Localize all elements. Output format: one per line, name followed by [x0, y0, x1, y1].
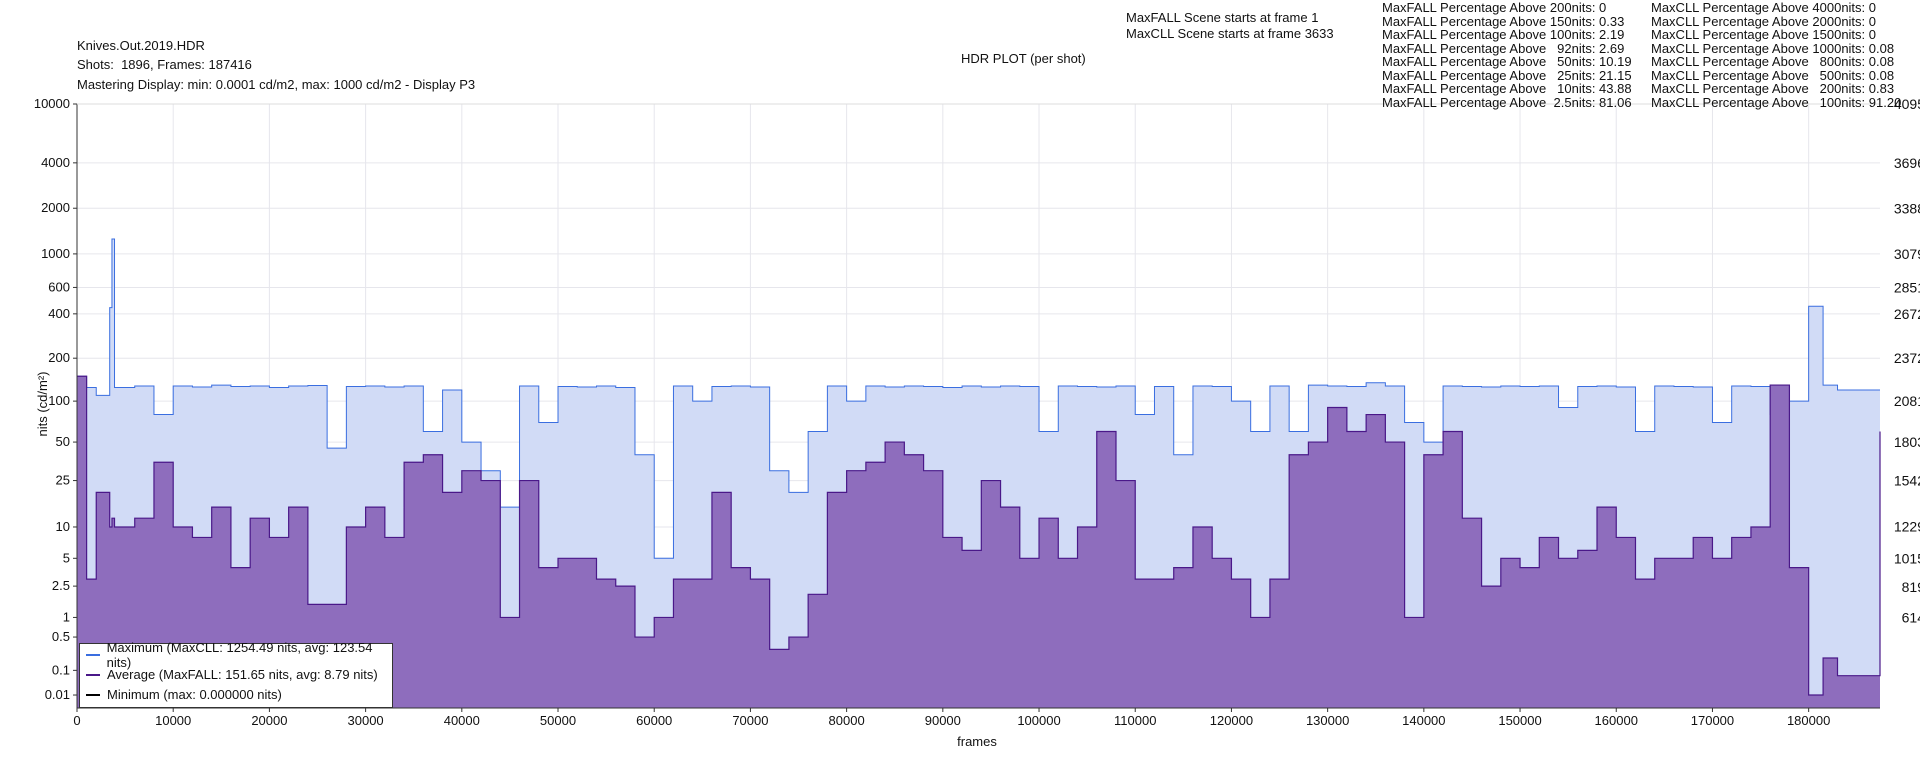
x-tick-label: 0	[73, 713, 80, 728]
x-tick-label: 150000	[1498, 713, 1541, 728]
y-tick-label: 400	[48, 306, 70, 321]
maxcll-scene: MaxCLL Scene starts at frame 3633	[1126, 26, 1334, 41]
y-tick-label: 25	[56, 473, 70, 488]
maxcll-stat: MaxCLL Percentage Above 4000nits: 0	[1651, 0, 1876, 15]
y-axis-label: nits (cd/m²)	[35, 372, 50, 437]
legend-item-average[interactable]: Average (MaxFALL: 151.65 nits, avg: 8.79…	[86, 665, 392, 684]
mastering-display: Mastering Display: min: 0.0001 cd/m2, ma…	[77, 77, 476, 92]
y-right-tick-label: 1229	[1894, 519, 1920, 535]
y-tick-label: 0.1	[52, 662, 70, 677]
maxfall-stat: MaxFALL Percentage Above 100nits: 2.19	[1382, 27, 1625, 42]
maxfall-stat: MaxFALL Percentage Above 150nits: 0.33	[1382, 13, 1625, 29]
maxcll-stat: MaxCLL Percentage Above 1000nits: 0.08	[1651, 40, 1895, 56]
x-tick-label: 10000	[155, 713, 191, 728]
y-tick-label: 100	[48, 393, 70, 408]
x-tick-label: 170000	[1691, 713, 1734, 728]
y-tick-label: 600	[48, 279, 70, 294]
legend: Maximum (MaxCLL: 1254.49 nits, avg: 123.…	[79, 640, 393, 708]
legend-swatch-minimum	[86, 693, 100, 696]
maxfall-stat: MaxFALL Percentage Above 50nits: 10.19	[1382, 54, 1632, 69]
legend-label-average: Average (MaxFALL: 151.65 nits, avg: 8.79…	[107, 667, 378, 682]
x-tick-label: 60000	[636, 713, 672, 728]
maxcll-stat: MaxCLL Percentage Above 500nits: 0.08	[1651, 67, 1895, 83]
x-tick-label: 140000	[1402, 713, 1445, 728]
x-tick-label: 100000	[1017, 713, 1060, 728]
y-right-tick-label: 2081	[1894, 393, 1920, 409]
y-right-tick-label: 2372	[1894, 350, 1920, 366]
legend-swatch-maximum	[86, 653, 100, 656]
y-tick-label: 50	[56, 434, 70, 449]
y-tick-label: 1	[63, 609, 70, 624]
y-tick-label: 0.01	[45, 687, 70, 702]
y-right-tick-label: 2851	[1894, 279, 1920, 295]
file-title: Knives.Out.2019.HDR	[77, 38, 205, 53]
maxfall-stats: MaxFALL Percentage Above 200nits: 0 MaxFA…	[1382, 1, 1632, 109]
legend-label-maximum: Maximum (MaxCLL: 1254.49 nits, avg: 123.…	[106, 639, 373, 670]
x-tick-label: 80000	[829, 713, 865, 728]
y-tick-label: 1000	[41, 246, 70, 261]
y-tick-label: 10000	[34, 96, 70, 111]
maxfall-stat: MaxFALL Percentage Above 200nits: 0	[1382, 0, 1607, 15]
maxcll-stat: MaxCLL Percentage Above 2000nits: 0	[1651, 13, 1876, 29]
legend-swatch-average	[86, 673, 100, 676]
x-tick-label: 70000	[732, 713, 768, 728]
x-tick-label: 50000	[540, 713, 576, 728]
y-right-tick-label: 3079	[1894, 246, 1920, 262]
x-axis-label: frames	[957, 734, 997, 749]
legend-item-minimum[interactable]: Minimum (max: 0.000000 nits)	[86, 685, 392, 704]
x-tick-label: 120000	[1210, 713, 1253, 728]
y-tick-label: 200	[48, 350, 70, 365]
maxcll-stat: MaxCLL Percentage Above 1500nits: 0	[1651, 27, 1876, 42]
maxcll-stats: MaxCLL Percentage Above 4000nits: 0 MaxCL…	[1651, 1, 1901, 109]
y-right-tick-label: 2672	[1894, 306, 1920, 322]
maxcll-stat: MaxCLL Percentage Above 100nits: 91.20	[1651, 94, 1902, 110]
x-tick-label: 90000	[925, 713, 961, 728]
maxfall-stat: MaxFALL Percentage Above 10nits: 43.88	[1382, 81, 1632, 96]
x-tick-label: 180000	[1787, 713, 1830, 728]
legend-item-maximum[interactable]: Maximum (MaxCLL: 1254.49 nits, avg: 123.…	[86, 640, 392, 670]
maxcll-stat: MaxCLL Percentage Above 800nits: 0.08	[1651, 54, 1895, 69]
maxfall-stat: MaxFALL Percentage Above 92nits: 2.69	[1382, 40, 1625, 56]
x-tick-label: 40000	[444, 713, 480, 728]
y-right-tick-label: 614	[1902, 609, 1920, 625]
x-tick-label: 130000	[1306, 713, 1349, 728]
y-right-tick-label: 3696	[1894, 155, 1920, 171]
x-tick-label: 110000	[1114, 713, 1156, 728]
maxcll-stat: MaxCLL Percentage Above 200nits: 0.83	[1651, 81, 1895, 96]
y-tick-label: 4000	[41, 155, 70, 170]
y-right-tick-label: 1803	[1894, 434, 1920, 450]
y-right-tick-label: 3388	[1894, 200, 1920, 216]
shots-frames: Shots: 1896, Frames: 187416	[77, 57, 252, 72]
maxfall-stat: MaxFALL Percentage Above 25nits: 21.15	[1382, 67, 1632, 83]
x-tick-label: 20000	[251, 713, 287, 728]
maxfall-scene: MaxFALL Scene starts at frame 1	[1126, 10, 1319, 25]
y-right-tick-label: 1542	[1894, 473, 1920, 489]
maxfall-stat: MaxFALL Percentage Above 2.5nits: 81.06	[1382, 94, 1632, 110]
y-tick-label: 5	[63, 550, 70, 565]
y-tick-label: 10	[56, 519, 70, 534]
y-tick-label: 0.5	[52, 629, 70, 644]
plot-title: HDR PLOT (per shot)	[961, 51, 1086, 66]
x-tick-label: 30000	[348, 713, 384, 728]
legend-label-minimum: Minimum (max: 0.000000 nits)	[107, 687, 282, 702]
y-right-tick-label: 819	[1902, 579, 1920, 595]
y-tick-label: 2000	[41, 200, 70, 215]
x-tick-label: 160000	[1595, 713, 1638, 728]
y-right-tick-label: 1015	[1894, 550, 1920, 566]
y-tick-label: 2.5	[52, 578, 70, 593]
